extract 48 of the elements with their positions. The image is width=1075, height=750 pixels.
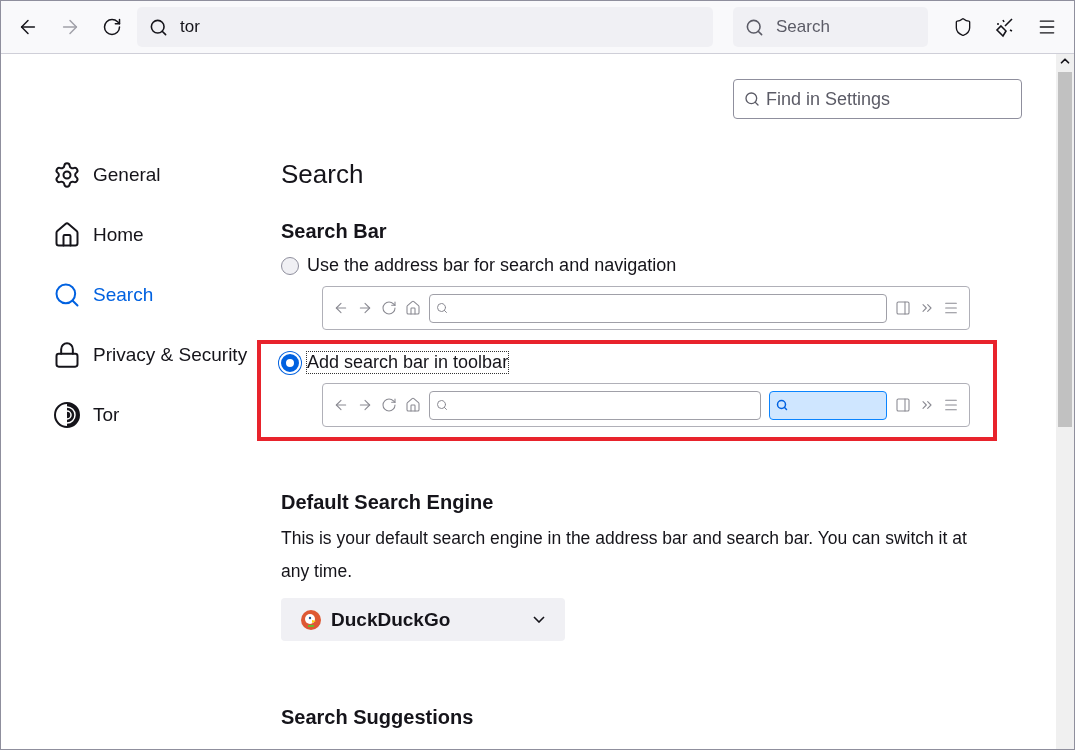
find-in-settings-field[interactable]: Find in Settings bbox=[733, 79, 1022, 119]
forward-arrow-icon bbox=[357, 397, 373, 413]
reload-icon bbox=[381, 300, 397, 316]
scrollbar-thumb[interactable] bbox=[1058, 72, 1072, 427]
section-heading: Search Suggestions bbox=[281, 706, 475, 729]
radio-label[interactable]: Add search bar in toolbar bbox=[307, 352, 509, 373]
radio-button[interactable] bbox=[281, 256, 299, 275]
broom-icon bbox=[994, 16, 1016, 38]
search-icon bbox=[149, 17, 168, 37]
home-icon bbox=[405, 300, 421, 316]
sidebar-icon bbox=[895, 300, 911, 316]
section-heading: Search Bar bbox=[281, 220, 388, 243]
reload-icon bbox=[381, 397, 397, 413]
radio-label[interactable]: Use the address bar for search and navigation bbox=[307, 255, 677, 276]
sidebar-icon bbox=[53, 221, 81, 249]
sidebar-item[interactable]: Search bbox=[53, 273, 281, 317]
page-title: Search bbox=[281, 159, 365, 190]
search-icon bbox=[776, 399, 788, 411]
sidebar-icon bbox=[53, 281, 81, 309]
radio-button[interactable] bbox=[281, 353, 299, 372]
search-icon bbox=[745, 17, 764, 37]
sidebar-item[interactable]: Home bbox=[53, 213, 281, 257]
sidebar-icon bbox=[53, 161, 81, 189]
sidebar-item[interactable]: Privacy & Security bbox=[53, 333, 281, 377]
onion-icon bbox=[53, 401, 81, 429]
sidebar-item[interactable]: Tor bbox=[53, 393, 281, 437]
sidebar-icon bbox=[895, 397, 911, 413]
search-icon bbox=[436, 302, 448, 314]
section-heading: Default Search Engine bbox=[281, 491, 495, 514]
reload-icon bbox=[102, 17, 122, 37]
search-icon bbox=[744, 91, 760, 107]
sidebar-item[interactable]: General bbox=[53, 153, 281, 197]
home-icon bbox=[405, 397, 421, 413]
engine-dropdown[interactable]: DuckDuckGo bbox=[281, 598, 565, 641]
search-icon bbox=[436, 399, 448, 411]
sidebar-icon bbox=[53, 341, 81, 369]
address-bar[interactable]: tor bbox=[137, 7, 713, 47]
scrollbar[interactable] bbox=[1056, 54, 1074, 749]
search-field[interactable]: Search bbox=[733, 7, 928, 47]
forward-arrow-icon bbox=[357, 300, 373, 316]
duck-logo bbox=[301, 609, 321, 630]
menu-icon bbox=[943, 300, 959, 316]
search-placeholder: Search bbox=[776, 17, 830, 37]
chevron-down-icon bbox=[533, 616, 545, 623]
menu-icon bbox=[943, 397, 959, 413]
description-text: This is your default search engine in the address bar and search bar. You can switch it at any time. bbox=[281, 527, 968, 583]
shield-icon bbox=[953, 17, 973, 37]
address-text: tor bbox=[180, 17, 200, 37]
